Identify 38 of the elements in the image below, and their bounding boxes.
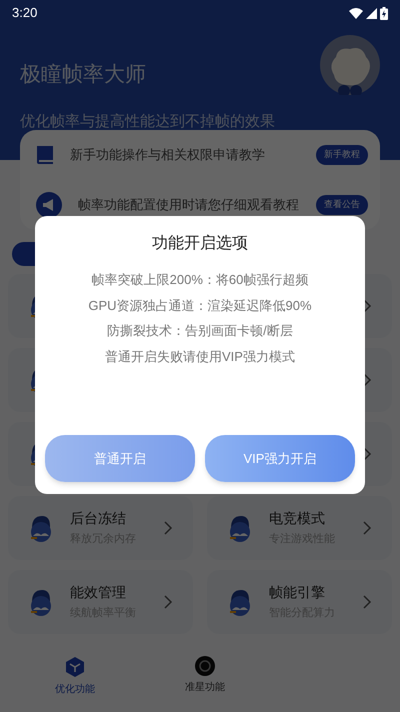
battery-icon bbox=[380, 6, 388, 20]
signal-icon bbox=[366, 8, 377, 18]
book-icon bbox=[36, 145, 54, 165]
chevron-right-icon bbox=[362, 372, 372, 388]
chevron-right-icon bbox=[163, 520, 173, 536]
nav-tab[interactable]: 准星功能 bbox=[185, 652, 225, 712]
dialog-title: 功能开启选项 bbox=[152, 234, 248, 254]
notice-text: 新手功能操作与相关权限申请教学 bbox=[70, 146, 266, 164]
cloud-hat-icon bbox=[28, 588, 54, 616]
wifi-icon bbox=[349, 8, 363, 18]
gear-icon bbox=[195, 656, 215, 676]
dialog-line: GPU资源独占通道：渲染延迟降低90% bbox=[88, 296, 312, 314]
notice-badge[interactable]: 新手教程 bbox=[316, 145, 368, 165]
status-time: 3:20 bbox=[12, 4, 38, 22]
enable-button[interactable]: 普通开启 bbox=[45, 435, 195, 482]
cube-icon bbox=[65, 656, 85, 678]
chevron-right-icon bbox=[362, 594, 372, 610]
dialog-line: 普通开启失败请使用VIP强力模式 bbox=[105, 348, 295, 366]
app-subtitle: 优化帧率与提高性能达到不掉帧的效果 bbox=[20, 112, 275, 132]
card-title: 后台冻结 bbox=[70, 509, 127, 528]
chevron-right-icon bbox=[362, 520, 372, 536]
chevron-right-icon bbox=[362, 298, 372, 314]
notice-badge[interactable]: 查看公告 bbox=[316, 195, 368, 215]
cloud-hat-icon bbox=[227, 514, 253, 542]
notice-text: 帧率功能配置使用时请您仔细观看教程 bbox=[78, 196, 300, 214]
chevron-right-icon bbox=[362, 446, 372, 462]
nav-tab[interactable]: 优化功能 bbox=[55, 652, 95, 712]
app-title: 极瞳帧率大师 bbox=[20, 62, 147, 88]
dialog-line: 帧率突破上限200%：将60帧强行超频 bbox=[92, 271, 308, 289]
avatar bbox=[320, 35, 380, 95]
dialog-line: 防撕裂技术：告别画面卡顿/断层 bbox=[107, 322, 293, 340]
chevron-right-icon bbox=[163, 594, 173, 610]
card-title: 电竞模式 bbox=[269, 509, 326, 528]
cloud-hat-icon bbox=[227, 588, 253, 616]
card-title: 能效管理 bbox=[70, 583, 127, 602]
card-title: 帧能引擎 bbox=[269, 583, 326, 602]
cloud-hat-icon bbox=[28, 514, 54, 542]
vip-enable-button[interactable]: VIP强力开启 bbox=[205, 435, 355, 482]
